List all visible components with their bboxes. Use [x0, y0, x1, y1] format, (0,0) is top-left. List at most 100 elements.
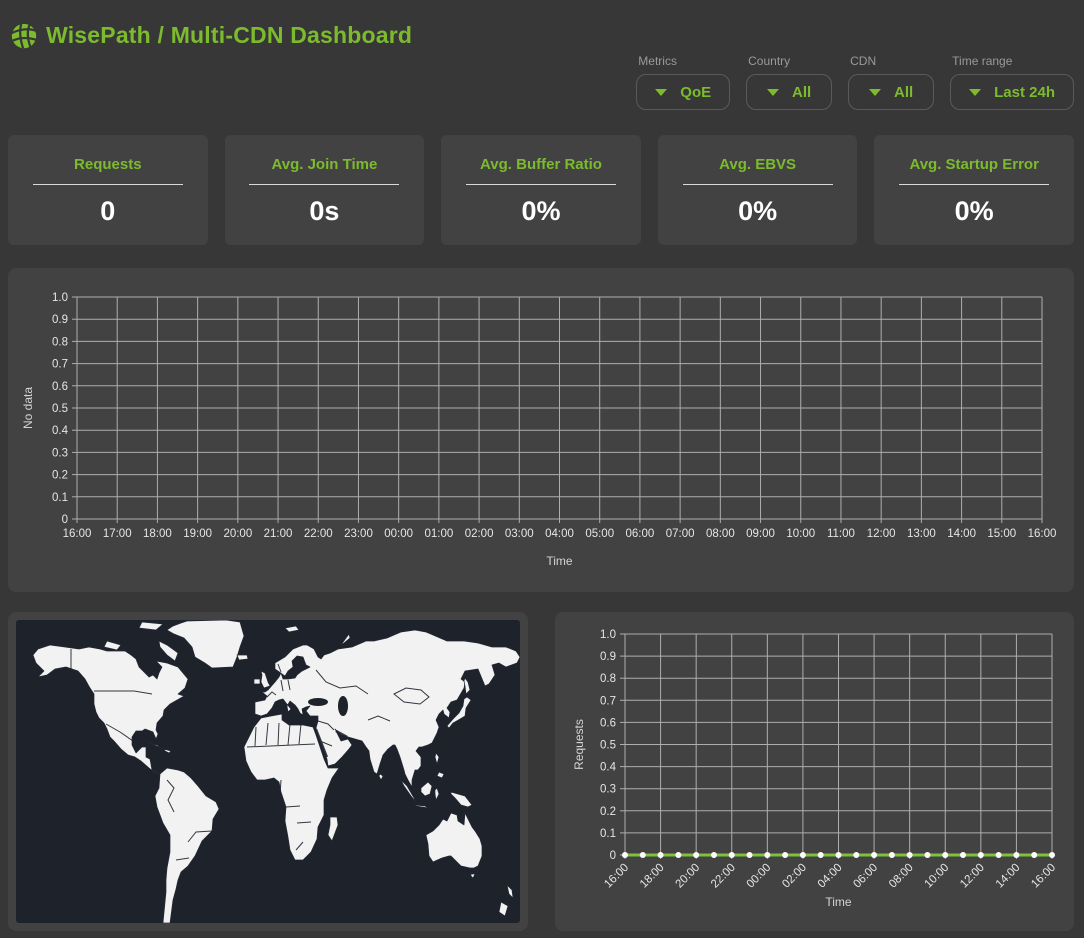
- svg-text:11:00: 11:00: [827, 528, 855, 540]
- svg-text:09:00: 09:00: [746, 528, 775, 540]
- stat-title: Avg. Join Time: [225, 156, 425, 173]
- svg-text:01:00: 01:00: [424, 528, 453, 540]
- svg-text:04:00: 04:00: [816, 862, 845, 891]
- svg-text:0.7: 0.7: [600, 695, 616, 707]
- svg-text:02:00: 02:00: [780, 862, 809, 891]
- svg-text:0.2: 0.2: [52, 470, 68, 482]
- stat-title: Avg. Buffer Ratio: [441, 156, 641, 173]
- svg-text:Requests: Requests: [572, 719, 586, 770]
- svg-text:22:00: 22:00: [709, 862, 738, 891]
- svg-text:14:00: 14:00: [947, 528, 976, 540]
- dashboard-page: WisePath / Multi-CDN Dashboard Metrics Q…: [0, 0, 1084, 938]
- svg-text:0.1: 0.1: [600, 828, 616, 840]
- stat-title: Avg. Startup Error: [874, 156, 1074, 173]
- country-select[interactable]: All: [746, 74, 832, 110]
- filter-group-country: Country All: [746, 54, 832, 110]
- svg-text:0: 0: [610, 850, 616, 862]
- stat-value: 0%: [658, 196, 858, 227]
- stat-value: 0%: [441, 196, 641, 227]
- svg-text:0.4: 0.4: [52, 425, 69, 437]
- svg-text:18:00: 18:00: [638, 862, 667, 891]
- svg-text:06:00: 06:00: [626, 528, 655, 540]
- page-title: WisePath / Multi-CDN Dashboard: [46, 22, 412, 49]
- chevron-down-icon: [655, 89, 667, 96]
- stat-value: 0s: [225, 196, 425, 227]
- svg-text:16:00: 16:00: [602, 862, 631, 891]
- divider: [899, 184, 1049, 185]
- metrics-value: QoE: [680, 84, 711, 101]
- svg-text:18:00: 18:00: [143, 528, 172, 540]
- divider: [249, 184, 399, 185]
- stat-card-avg-startup-error: Avg. Startup Error 0%: [874, 135, 1074, 245]
- time-range-select[interactable]: Last 24h: [950, 74, 1074, 110]
- svg-text:03:00: 03:00: [505, 528, 534, 540]
- stat-value: 0%: [874, 196, 1074, 227]
- filter-group-time-range: Time range Last 24h: [950, 54, 1074, 110]
- svg-text:02:00: 02:00: [465, 528, 494, 540]
- svg-text:0: 0: [62, 514, 68, 526]
- map-panel: [8, 612, 528, 931]
- svg-text:17:00: 17:00: [103, 528, 132, 540]
- svg-text:0.8: 0.8: [600, 673, 616, 685]
- metrics-select[interactable]: QoE: [636, 74, 730, 110]
- svg-text:10:00: 10:00: [923, 862, 952, 891]
- svg-text:20:00: 20:00: [223, 528, 252, 540]
- stats-row: Requests 0 Avg. Join Time 0s Avg. Buffer…: [8, 135, 1074, 245]
- country-value: All: [792, 84, 811, 101]
- qoe-chart[interactable]: 00.10.20.30.40.50.60.70.80.91.016:0017:0…: [8, 268, 1074, 597]
- svg-text:No data: No data: [21, 387, 35, 429]
- svg-text:08:00: 08:00: [887, 862, 916, 891]
- svg-text:15:00: 15:00: [987, 528, 1016, 540]
- stat-title: Avg. EBVS: [658, 156, 858, 173]
- wisepath-logo-icon: [9, 21, 39, 51]
- cdn-select[interactable]: All: [848, 74, 934, 110]
- stat-value: 0: [8, 196, 208, 227]
- svg-text:13:00: 13:00: [907, 528, 936, 540]
- svg-text:23:00: 23:00: [344, 528, 373, 540]
- divider: [466, 184, 616, 185]
- svg-text:16:00: 16:00: [1028, 528, 1057, 540]
- divider: [33, 184, 183, 185]
- svg-text:07:00: 07:00: [666, 528, 695, 540]
- svg-text:16:00: 16:00: [1029, 862, 1058, 891]
- stat-card-avg-join-time: Avg. Join Time 0s: [225, 135, 425, 245]
- chevron-down-icon: [767, 89, 779, 96]
- qoe-chart-panel: 00.10.20.30.40.50.60.70.80.91.016:0017:0…: [8, 268, 1074, 592]
- svg-text:1.0: 1.0: [600, 629, 616, 641]
- chevron-down-icon: [869, 89, 881, 96]
- requests-chart-panel: 00.10.20.30.40.50.60.70.80.91.016:0018:0…: [555, 612, 1074, 931]
- svg-text:04:00: 04:00: [545, 528, 574, 540]
- svg-text:0.9: 0.9: [600, 651, 616, 663]
- svg-text:10:00: 10:00: [786, 528, 815, 540]
- filter-bar: Metrics QoE Country All CDN All Time ran…: [636, 54, 1074, 110]
- svg-text:0.1: 0.1: [52, 492, 68, 504]
- chevron-down-icon: [969, 89, 981, 96]
- requests-chart[interactable]: 00.10.20.30.40.50.60.70.80.91.016:0018:0…: [555, 612, 1074, 936]
- svg-text:0.3: 0.3: [52, 447, 68, 459]
- stat-card-avg-ebvs: Avg. EBVS 0%: [658, 135, 858, 245]
- svg-text:0.7: 0.7: [52, 359, 68, 371]
- svg-text:0.2: 0.2: [600, 806, 616, 818]
- time-range-value: Last 24h: [994, 84, 1055, 101]
- time-range-label: Time range: [952, 54, 1074, 68]
- svg-text:0.8: 0.8: [52, 336, 68, 348]
- svg-text:Time: Time: [546, 554, 573, 568]
- world-map[interactable]: [16, 620, 520, 923]
- svg-text:Time: Time: [825, 895, 852, 909]
- stat-card-avg-buffer-ratio: Avg. Buffer Ratio 0%: [441, 135, 641, 245]
- filter-group-cdn: CDN All: [848, 54, 934, 110]
- svg-text:0.5: 0.5: [600, 740, 616, 752]
- svg-text:21:00: 21:00: [264, 528, 293, 540]
- svg-text:20:00: 20:00: [673, 862, 702, 891]
- svg-text:0.3: 0.3: [600, 784, 616, 796]
- svg-text:05:00: 05:00: [585, 528, 614, 540]
- svg-text:12:00: 12:00: [958, 862, 987, 891]
- stat-card-requests: Requests 0: [8, 135, 208, 245]
- svg-text:0.6: 0.6: [52, 381, 68, 393]
- svg-text:16:00: 16:00: [63, 528, 92, 540]
- filter-group-metrics: Metrics QoE: [636, 54, 730, 110]
- cdn-label: CDN: [850, 54, 934, 68]
- divider: [683, 184, 833, 185]
- svg-text:0.4: 0.4: [600, 762, 617, 774]
- svg-text:14:00: 14:00: [994, 862, 1023, 891]
